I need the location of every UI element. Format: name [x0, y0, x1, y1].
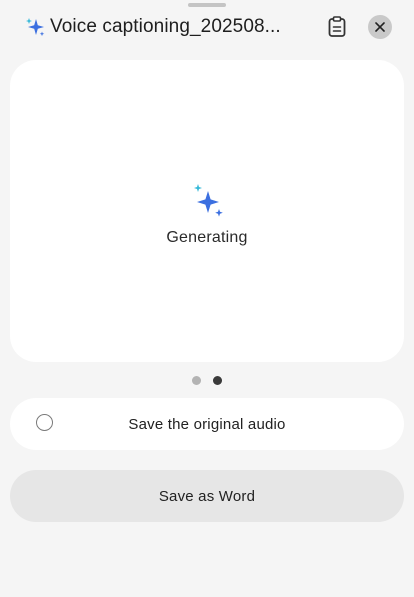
generating-status: Generating — [166, 229, 248, 246]
close-button[interactable] — [368, 15, 392, 39]
radio-button[interactable] — [36, 414, 53, 431]
page-title: Voice captioning_202508... — [50, 16, 281, 37]
header-actions — [324, 14, 392, 40]
page-indicator — [0, 376, 414, 385]
header: Voice captioning_202508... — [24, 12, 392, 42]
ai-sparkle-icon — [187, 182, 227, 222]
save-as-word-button[interactable]: Save as Word — [10, 470, 404, 522]
preview-card: Generating — [10, 60, 404, 362]
option-label: Save the original audio — [128, 415, 286, 433]
clipboard-icon[interactable] — [324, 14, 350, 40]
close-icon — [375, 22, 385, 32]
drag-handle[interactable] — [188, 3, 226, 7]
save-original-audio-option[interactable]: Save the original audio — [10, 398, 404, 450]
page-dot-active[interactable] — [213, 376, 222, 385]
page-dot[interactable] — [192, 376, 201, 385]
ai-sparkle-icon — [24, 16, 46, 38]
